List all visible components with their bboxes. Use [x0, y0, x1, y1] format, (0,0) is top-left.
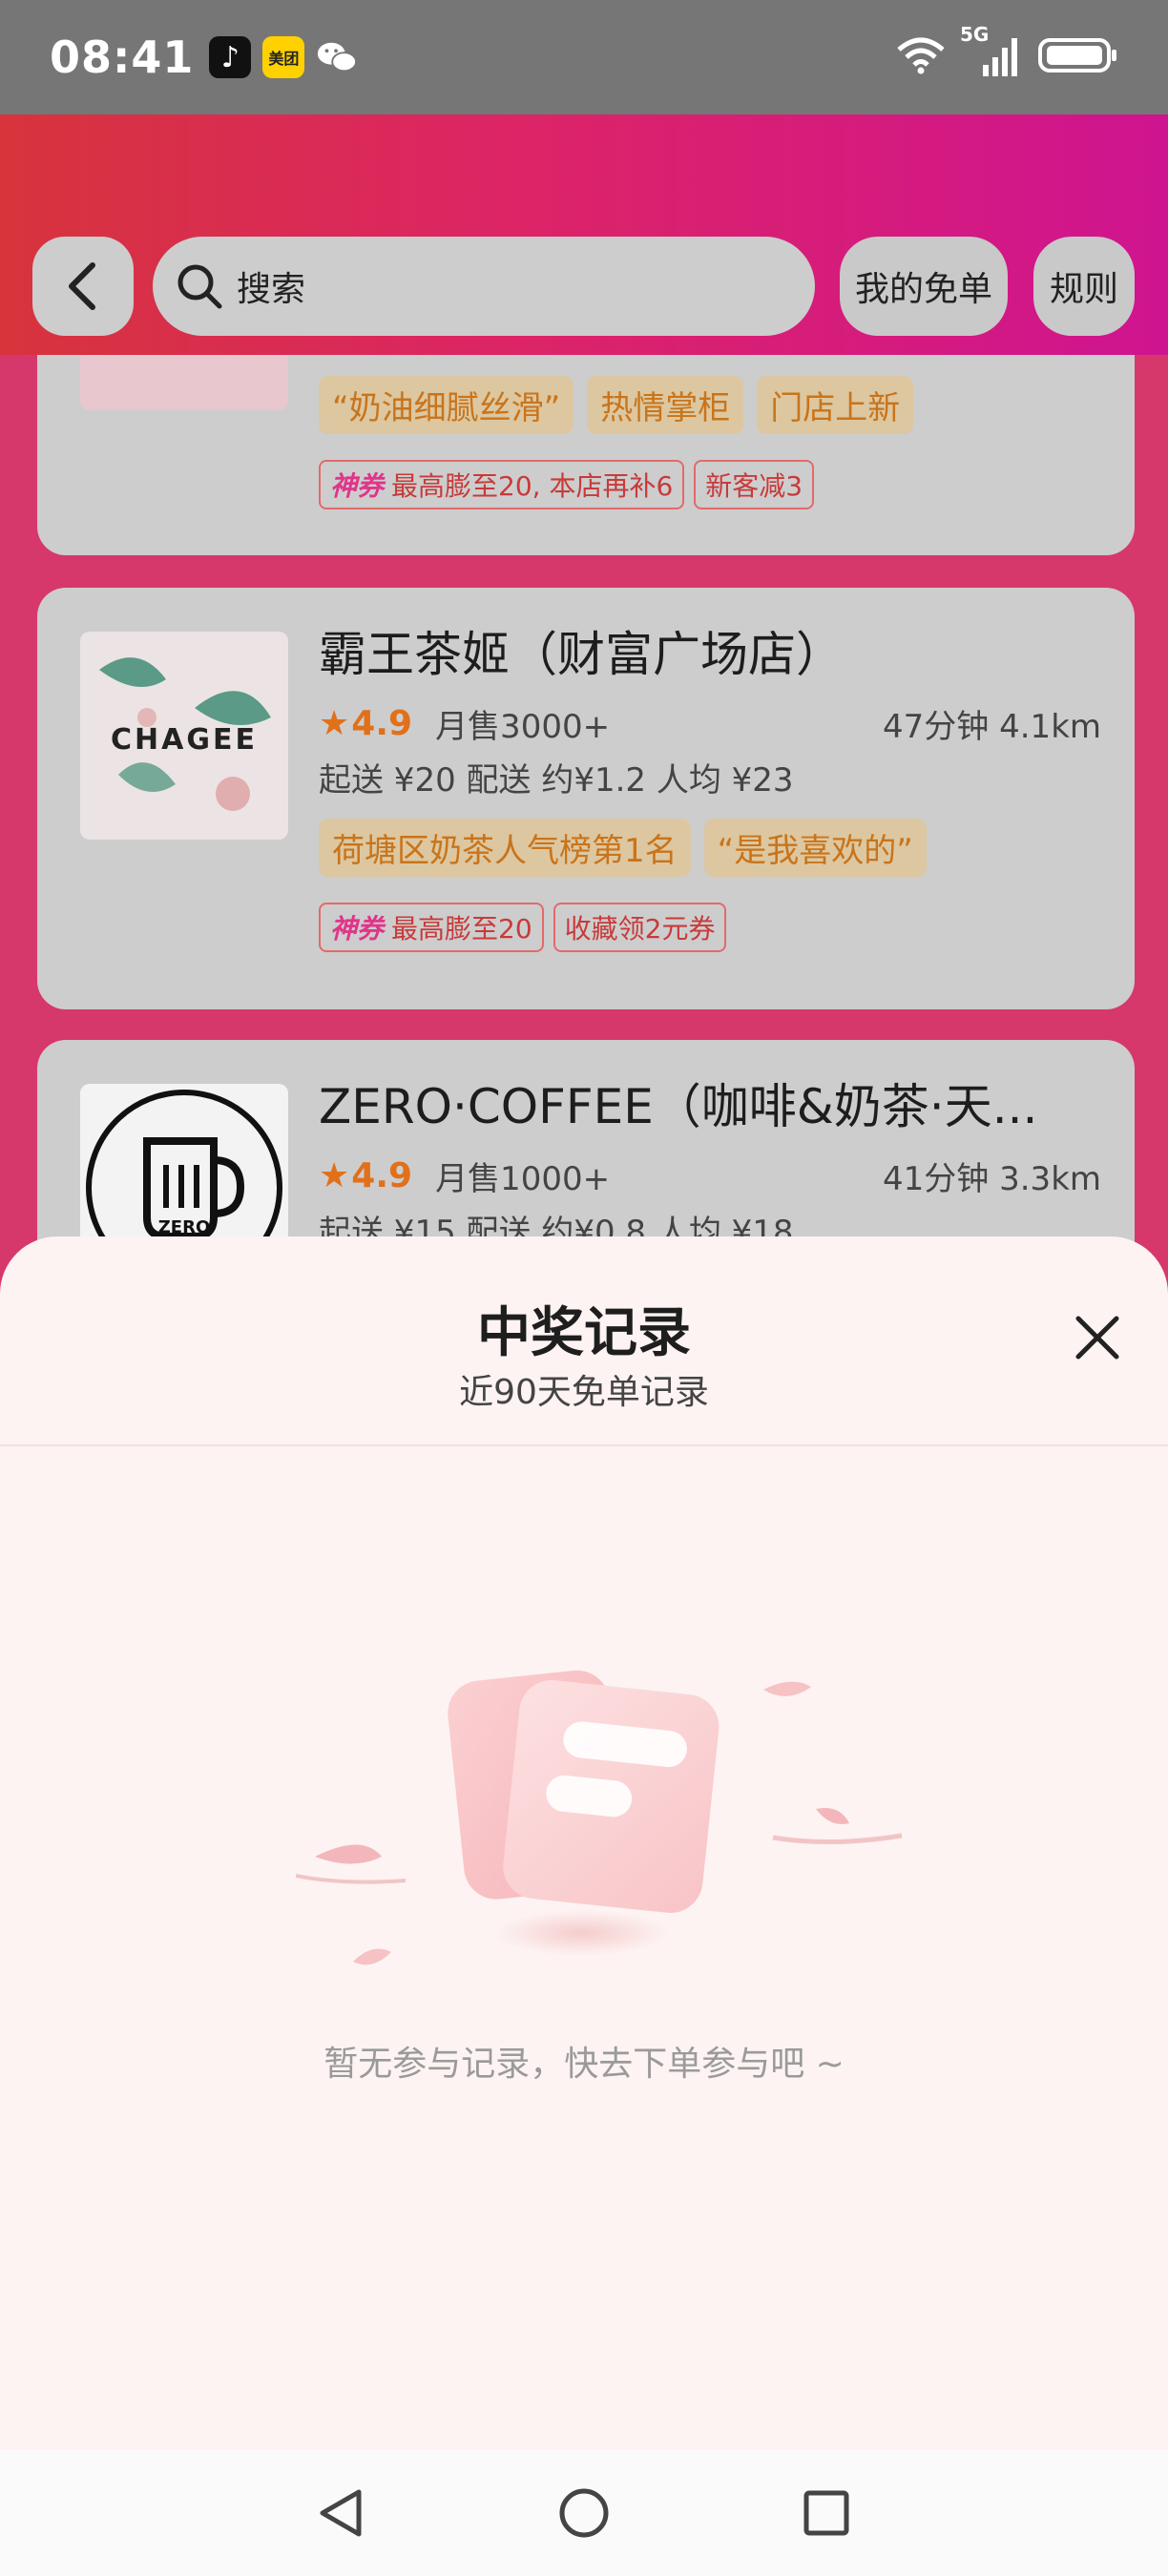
store-name: 霸王茶姬（财富广场店）	[319, 627, 844, 682]
search-input[interactable]: 搜索	[153, 237, 815, 336]
monthly-sales: 月售3000+	[435, 708, 611, 746]
search-icon	[177, 264, 222, 309]
battery-icon	[1038, 36, 1118, 78]
nav-recents-button[interactable]	[796, 2483, 857, 2544]
store-card[interactable]: “奶油细腻丝滑” 热情掌柜 门店上新 神券 最高膨至20, 本店再补6 新客减3	[37, 355, 1135, 555]
empty-state-illustration	[295, 1647, 907, 2009]
prize-records-sheet: 中奖记录 近90天免单记录 暂无参与记录，快去下单参与吧 ~	[0, 1236, 1168, 2450]
triangle-back-icon	[320, 2489, 362, 2537]
new-customer-badge: 新客减3	[694, 460, 815, 509]
monthly-sales: 月售1000+	[435, 1160, 611, 1198]
tiktok-icon: ♪	[209, 36, 252, 78]
coupon-text: 最高膨至20	[391, 913, 532, 945]
wifi-icon	[895, 36, 947, 78]
store-rating: 4.9	[351, 704, 413, 743]
sheet-divider	[0, 1444, 1168, 1446]
status-time: 08:41	[50, 31, 195, 83]
search-placeholder: 搜索	[237, 270, 306, 309]
store-promos: 神券 最高膨至20 收藏领2元券	[319, 903, 727, 952]
sheet-title: 中奖记录	[477, 1302, 691, 1364]
store-tag: 门店上新	[757, 376, 914, 434]
cellular-signal-icon: 5G	[960, 23, 1021, 78]
delivery-time-distance: 41分钟 3.3km	[883, 1160, 1101, 1198]
store-name: ZERO·COFFEE（咖啡&奶茶·天...	[319, 1079, 1038, 1134]
status-right: 5G	[895, 23, 1118, 78]
favorite-coupon-badge: 收藏领2元券	[553, 903, 727, 952]
close-icon	[1075, 1316, 1119, 1360]
store-image	[80, 355, 288, 410]
network-type-label: 5G	[960, 23, 990, 46]
nav-back-button[interactable]	[311, 2483, 372, 2544]
store-list: “奶油细腻丝滑” 热情掌柜 门店上新 神券 最高膨至20, 本店再补6 新客减3…	[0, 355, 1168, 1252]
coupon-brand: 神券	[330, 470, 385, 502]
store-card[interactable]: CHAGEE 霸王茶姬（财富广场店） ★ 4.9 月售3000+ 47分钟 4.…	[37, 588, 1135, 1009]
wechat-icon	[316, 36, 358, 78]
status-bar: 08:41 ♪ 美团 5G	[0, 0, 1168, 114]
store-rating-row: ★ 4.9 月售1000+ 41分钟 3.3km	[319, 1153, 1101, 1199]
header-bar: 搜索 我的免单 规则	[0, 237, 1168, 342]
store-tag: “是我喜欢的”	[703, 819, 927, 877]
store-logo: ZERO	[80, 1084, 288, 1252]
store-logo-text: ZERO	[157, 1217, 211, 1237]
store-tag: 热情掌柜	[587, 376, 744, 434]
empty-state-text: 暂无参与记录，快去下单参与吧 ~	[323, 2045, 845, 2084]
store-tags: 荷塘区奶茶人气榜第1名 “是我喜欢的”	[319, 819, 927, 877]
store-tags: “奶油细腻丝滑” 热情掌柜 门店上新	[319, 376, 914, 434]
store-card[interactable]: ZERO ZERO·COFFEE（咖啡&奶茶·天... ★ 4.9 月售1000…	[37, 1040, 1135, 1252]
nav-home-button[interactable]	[553, 2483, 615, 2544]
store-tag: “奶油细腻丝滑”	[319, 376, 574, 434]
coupon-badge: 神券 最高膨至20, 本店再补6	[319, 460, 685, 509]
coupon-text: 最高膨至20, 本店再补6	[391, 470, 674, 502]
store-logo: CHAGEE	[80, 632, 288, 840]
chevron-left-icon	[69, 262, 95, 310]
sheet-subtitle: 近90天免单记录	[459, 1373, 709, 1412]
coupon-badge: 神券 最高膨至20	[319, 903, 544, 952]
my-free-orders-button[interactable]: 我的免单	[840, 237, 1008, 336]
circle-home-icon	[559, 2488, 609, 2538]
store-tag: 荷塘区奶茶人气榜第1名	[319, 819, 691, 877]
rules-button[interactable]: 规则	[1033, 237, 1135, 336]
back-button[interactable]	[32, 237, 134, 336]
store-promos: 神券 最高膨至20, 本店再补6 新客减3	[319, 460, 815, 509]
coupon-brand: 神券	[330, 913, 385, 945]
notification-icons: ♪ 美团	[209, 36, 358, 78]
store-rating-row: ★ 4.9 月售3000+ 47分钟 4.1km	[319, 700, 1101, 747]
system-nav-bar	[0, 2450, 1168, 2576]
store-rating: 4.9	[351, 1156, 413, 1195]
star-icon: ★	[319, 704, 350, 743]
store-logo-text: CHAGEE	[111, 723, 258, 757]
store-fees: 起送 ¥20 配送 约¥1.2 人均 ¥23	[319, 761, 794, 800]
meituan-icon: 美团	[262, 36, 305, 78]
square-recents-icon	[803, 2490, 849, 2536]
delivery-time-distance: 47分钟 4.1km	[883, 708, 1101, 746]
close-button[interactable]	[1071, 1311, 1124, 1364]
header: 搜索 我的免单 规则	[0, 114, 1168, 355]
star-icon: ★	[319, 1156, 350, 1195]
